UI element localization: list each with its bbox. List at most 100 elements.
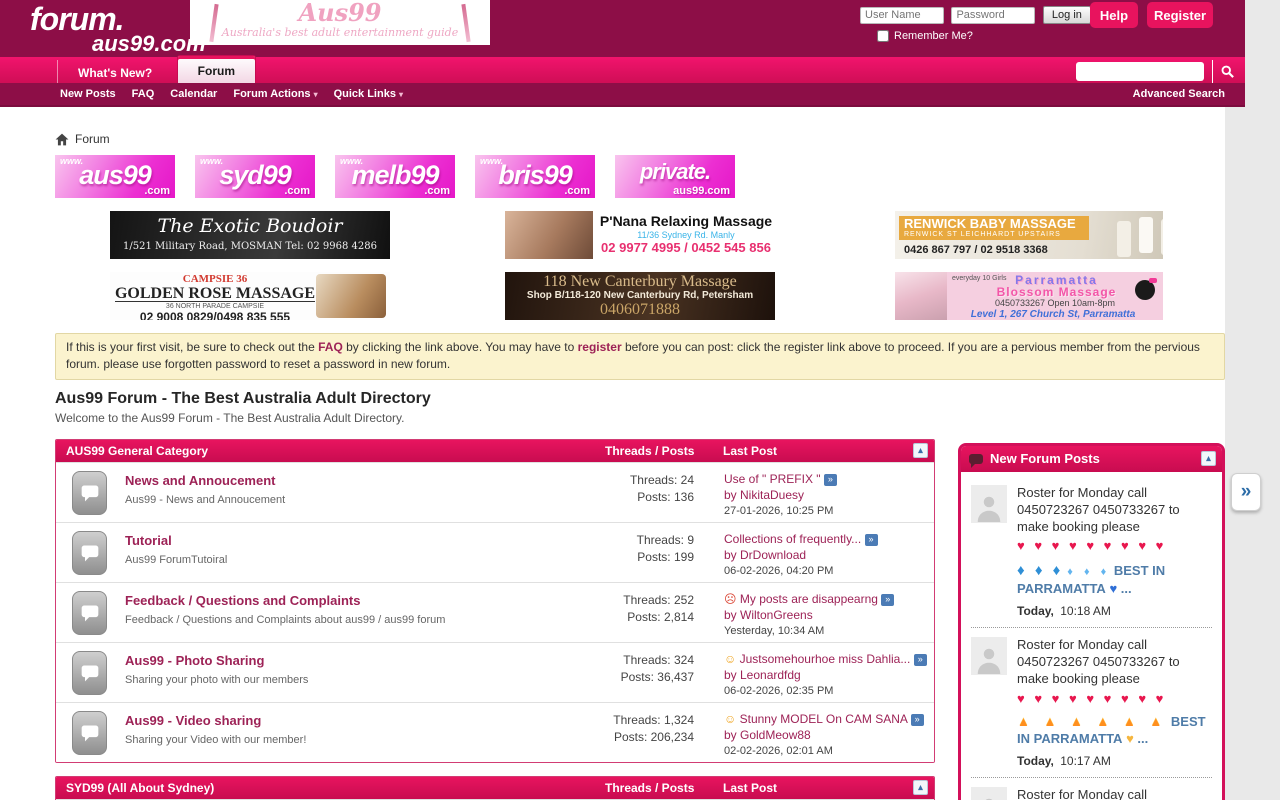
register-link[interactable]: register xyxy=(578,340,622,354)
faq-link[interactable]: FAQ xyxy=(318,340,343,354)
cowboy-face-emoji: ☺ xyxy=(724,712,736,726)
search-input[interactable] xyxy=(1076,62,1204,81)
goto-last-post-icon[interactable]: » xyxy=(914,654,927,666)
badge-ext: .com xyxy=(424,185,450,197)
ad-banner-row-2: CAMPSIE 36 GOLDEN ROSE MASSAGE 36 NORTH … xyxy=(55,272,1225,320)
banner-tagline: Australia's best adult entertainment gui… xyxy=(190,26,490,39)
post-title: Roster for Monday call 0450723267 045073… xyxy=(1017,787,1180,800)
nav-calendar[interactable]: Calendar xyxy=(170,88,217,100)
register-button[interactable]: Register xyxy=(1147,2,1213,28)
badge-melb99[interactable]: www. melb99 .com xyxy=(335,155,455,198)
sub-navigation: New Posts FAQ Calendar Forum Actions ▾ Q… xyxy=(0,83,1245,107)
goto-last-post-icon[interactable]: » xyxy=(824,474,837,486)
post-date: Today, 10:18 AM xyxy=(1017,604,1212,620)
last-post-cell: ☺ Justsomehourhoe miss Dahlia... » by Le… xyxy=(724,643,934,702)
badge-bris99[interactable]: www. bris99 .com xyxy=(475,155,595,198)
advanced-search-link[interactable]: Advanced Search xyxy=(1133,88,1225,100)
posts-count: Posts: 2,814 xyxy=(564,609,694,626)
ad-address: 1/521 Military Road, MOSMAN Tel: 02 9968… xyxy=(110,241,390,252)
badge-www: www. xyxy=(480,156,503,166)
password-input[interactable] xyxy=(951,7,1035,24)
search-button[interactable] xyxy=(1212,60,1242,83)
ad-address: Level 1, 267 Church St, Parramatta xyxy=(943,309,1163,320)
badge-name: private. xyxy=(615,155,735,189)
forum-link[interactable]: Aus99 - Photo Sharing xyxy=(125,653,264,668)
aus99-banner[interactable]: Aus99 Australia's best adult entertainme… xyxy=(190,0,490,45)
ad-118-new-canterbury-massage[interactable]: 118 New Canterbury Massage Shop B/118-12… xyxy=(505,272,775,320)
last-post-title-link[interactable]: Collections of frequently... xyxy=(724,532,861,546)
speech-bubble-icon xyxy=(80,663,100,683)
collapse-category-button[interactable]: ▴ xyxy=(913,443,928,458)
ad-exotic-boudoir[interactable]: The Exotic Boudoir 1/521 Military Road, … xyxy=(110,211,390,259)
badge-www: www. xyxy=(60,156,83,166)
speech-bubble-icon xyxy=(80,543,100,563)
site-logo[interactable]: forum. aus99.com xyxy=(30,3,206,55)
tab-forum[interactable]: Forum xyxy=(177,55,256,85)
help-button[interactable]: Help xyxy=(1090,2,1138,28)
remember-me-checkbox[interactable] xyxy=(877,30,889,42)
badge-aus99[interactable]: www. aus99 .com xyxy=(55,155,175,198)
home-icon[interactable] xyxy=(55,133,69,146)
ad-renwick-baby-massage[interactable]: RENWICK BABY MASSAGE RENWICK ST LEICHHAR… xyxy=(895,211,1163,259)
last-post-title-link[interactable]: Justsomehourhoe miss Dahlia... xyxy=(740,652,911,666)
tab-bar: What's New? Forum xyxy=(0,57,1245,83)
last-post-author-link[interactable]: by Leonardfdg xyxy=(724,668,801,682)
search-icon xyxy=(1220,64,1235,79)
forum-stats: Threads: 24 Posts: 136 xyxy=(564,463,724,522)
last-post-author-link[interactable]: by WiltonGreens xyxy=(724,608,813,622)
goto-last-post-icon[interactable]: » xyxy=(911,714,924,726)
nav-quick-links[interactable]: Quick Links xyxy=(334,88,396,100)
login-button[interactable]: Log in xyxy=(1043,6,1091,24)
forum-stats: Threads: 324 Posts: 36,437 xyxy=(564,643,724,702)
ad-blossom-massage-parramatta[interactable]: everyday 10 Girls Parramatta Blossom Mas… xyxy=(895,272,1163,320)
yellow-heart-icon: ♥ xyxy=(1126,731,1134,746)
threads-count: Threads: 252 xyxy=(564,592,694,609)
ad-golden-rose-massage[interactable]: CAMPSIE 36 GOLDEN ROSE MASSAGE 36 NORTH … xyxy=(110,272,390,320)
forum-stats: Threads: 252 Posts: 2,814 xyxy=(564,583,724,642)
forum-link[interactable]: Feedback / Questions and Complaints xyxy=(125,593,361,608)
avatar xyxy=(971,637,1007,675)
ad-phone: 0426 867 797 / 02 9518 3368 xyxy=(904,244,1048,256)
nav-faq[interactable]: FAQ xyxy=(132,88,155,100)
last-post-author-link[interactable]: by GoldMeow88 xyxy=(724,728,811,742)
forum-icon xyxy=(72,531,107,575)
badge-private-aus99[interactable]: private. aus99.com xyxy=(615,155,735,198)
forum-icon xyxy=(72,591,107,635)
forum-link[interactable]: News and Annoucement xyxy=(125,473,275,488)
last-post-author-link[interactable]: by DrDownload xyxy=(724,548,806,562)
nav-new-posts[interactable]: New Posts xyxy=(60,88,116,100)
badge-syd99[interactable]: www. syd99 .com xyxy=(195,155,315,198)
post-date: Today, 10:17 AM xyxy=(1017,754,1212,770)
forum-row-feedback: Feedback / Questions and Complaints Feed… xyxy=(56,582,934,642)
last-post-title-link[interactable]: Stunny MODEL On CAM SANA xyxy=(740,712,908,726)
last-post-title-link[interactable]: Use of " PREFIX " xyxy=(724,472,821,486)
last-post-author-link[interactable]: by NikitaDuesy xyxy=(724,488,804,502)
angry-face-emoji: ☹ xyxy=(724,592,737,606)
candle-decor xyxy=(1139,217,1153,253)
ad-phone: 02 9008 0829/0498 835 555 xyxy=(110,311,320,320)
last-post-date: 06-02-2026, 04:20 PM xyxy=(724,563,934,579)
chevron-down-icon: ▾ xyxy=(314,90,318,99)
speech-bubble-icon xyxy=(80,483,100,503)
speech-bubble-icon xyxy=(969,454,983,464)
expand-sidebar-button[interactable]: » xyxy=(1231,473,1261,511)
collapse-sidebar-button[interactable]: ▴ xyxy=(1201,451,1216,466)
username-input[interactable] xyxy=(860,7,944,24)
breadcrumb-forum-link[interactable]: Forum xyxy=(75,132,110,146)
goto-last-post-icon[interactable]: » xyxy=(865,534,878,546)
new-forum-posts-panel: New Forum Posts ▴ Roster for Monday call… xyxy=(958,443,1225,800)
category-title: SYD99 (All About Sydney) xyxy=(66,781,563,795)
forum-link[interactable]: Tutorial xyxy=(125,533,172,548)
nav-forum-actions[interactable]: Forum Actions xyxy=(233,88,310,100)
forum-stats: Threads: 1,324 Posts: 206,234 xyxy=(564,703,724,762)
collapse-category-button[interactable]: ▴ xyxy=(913,780,928,795)
goto-last-post-icon[interactable]: » xyxy=(881,594,894,606)
category-header: AUS99 General Category Threads / Posts L… xyxy=(56,440,934,462)
last-post-title-link[interactable]: My posts are disappearng xyxy=(740,592,878,606)
ad-pnana-massage[interactable]: P'Nana Relaxing Massage 11/36 Sydney Rd.… xyxy=(505,211,775,259)
forum-link[interactable]: Aus99 - Video sharing xyxy=(125,713,261,728)
forum-description: Sharing your Video with our member! xyxy=(125,734,564,746)
ad-photo xyxy=(505,211,593,259)
badge-ext: .com xyxy=(284,185,310,197)
banner-title: Aus99 xyxy=(190,0,490,26)
